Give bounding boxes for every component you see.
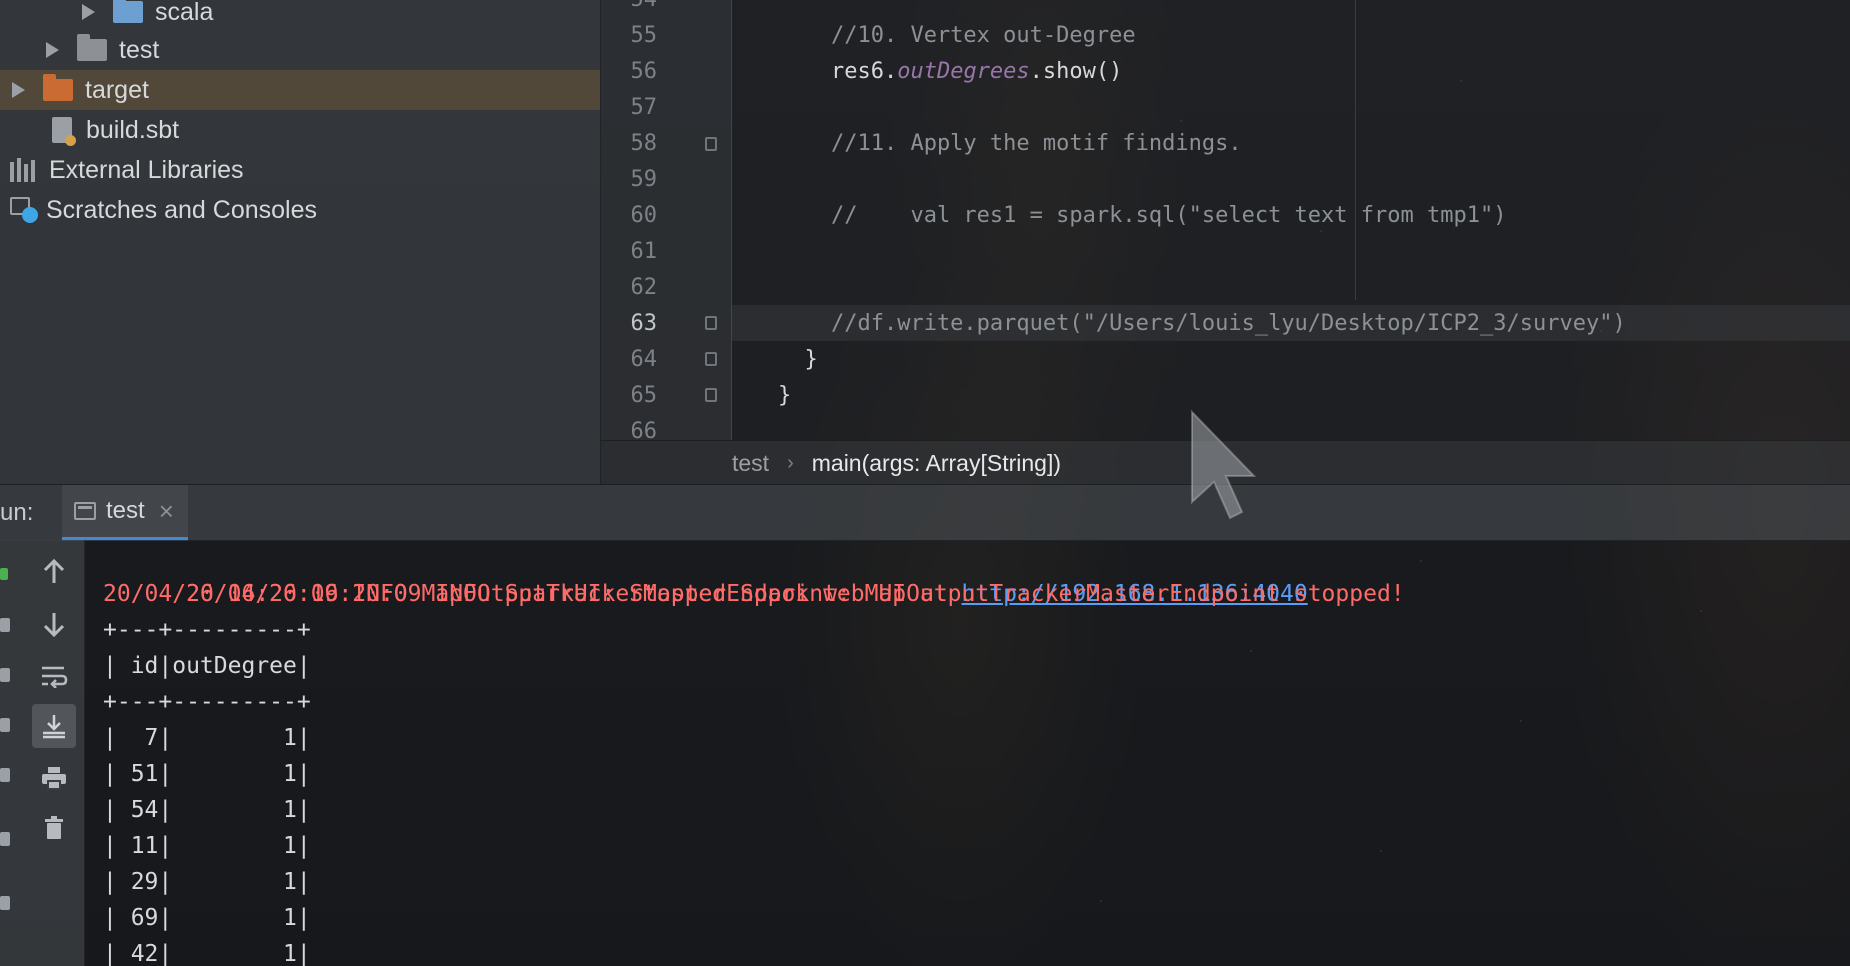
fold-icon[interactable] [705,316,717,330]
line-number[interactable]: 62 [601,270,658,306]
code-line: } [778,347,818,372]
table-border: +---+---------+ [103,689,311,715]
tree-item-target[interactable]: target [0,70,600,110]
up-arrow-icon[interactable] [32,550,76,594]
expand-arrow-icon[interactable] [82,4,95,20]
run-tab-label: test [106,497,145,524]
line-number[interactable]: 58 [601,126,658,162]
line-number[interactable]: 61 [601,234,658,270]
code-line: // val res1 = spark.sql("select text fro… [778,203,1507,228]
console-output[interactable]: 20/04/26 16:20:09 INFO SparkUI: Stopped … [85,540,1850,966]
breadcrumb-separator: › [787,451,794,474]
line-number[interactable]: 54 [601,0,658,18]
table-row: | 7| 1| [103,725,311,751]
print-icon[interactable] [32,756,76,800]
close-icon[interactable]: × [159,496,174,527]
console-icon [74,502,96,520]
line-number[interactable]: 56 [601,54,658,90]
run-tool-window-header: un: test × [0,484,1850,541]
table-row: | 11| 1| [103,833,311,859]
code-line: } [778,383,792,408]
code-line: //11. Apply the motif findings. [778,131,1242,156]
scratches-icon [10,197,38,223]
code-line: //df.write.parquet("/Users/louis_lyu/Des… [778,311,1626,336]
table-row: | 51| 1| [103,761,311,787]
editor-gutter[interactable]: 54555657585960616263646566 [601,0,732,444]
fold-icon[interactable] [705,388,717,402]
folder-icon [77,34,107,61]
tree-item-test[interactable]: test [0,30,600,70]
table-header: | id|outDegree| [103,653,311,679]
scroll-to-end-icon[interactable] [32,704,76,748]
table-row: | 29| 1| [103,869,311,895]
project-tree: scala test target build.sbt External Lib… [0,0,601,484]
pin-icon[interactable] [0,832,10,846]
sbt-file-icon [52,117,76,146]
tree-item-scala[interactable]: scala [0,0,600,32]
soft-wrap-icon[interactable] [32,654,76,698]
fold-icon[interactable] [705,352,717,366]
tree-item-label: Scratches and Consoles [46,195,317,224]
folder-icon [43,74,73,101]
run-label: un: [0,499,34,526]
expand-arrow-icon[interactable] [46,42,59,58]
tree-item-label: target [85,75,149,104]
tree-item-label: build.sbt [86,115,180,144]
code-line: //10. Vertex out-Degree [778,23,1136,48]
line-number[interactable]: 59 [601,162,658,198]
line-number[interactable]: 55 [601,18,658,54]
table-row: | 42| 1| [103,941,311,966]
table-row: | 54| 1| [103,797,311,823]
tree-item-label: test [119,35,160,64]
expand-arrow-icon[interactable] [12,82,25,98]
mouse-pointer-icon [1191,410,1257,520]
ide-window: scala test target build.sbt External Lib… [0,0,1850,966]
breadcrumb-file[interactable]: test [732,450,769,477]
console-log-line: 20/04/26 16:20:09 INFO MapOutputTrackerM… [103,581,1405,607]
folder-icon [113,0,143,23]
settings-icon[interactable] [0,718,10,732]
table-row: | 69| 1| [103,905,311,931]
stop-icon[interactable] [0,618,10,632]
tree-item-label: External Libraries [49,155,244,184]
line-number[interactable]: 65 [601,378,658,414]
layout-icon[interactable] [0,768,10,782]
line-number[interactable]: 57 [601,90,658,126]
code-line: res6.outDegrees.show() [778,59,1123,84]
tree-item-scratches[interactable]: Scratches and Consoles [0,190,600,230]
tree-item-build-sbt[interactable]: build.sbt [0,110,600,150]
camera-icon[interactable] [0,668,10,682]
line-number[interactable]: 60 [601,198,658,234]
breadcrumb-method[interactable]: main(args: Array[String]) [812,450,1061,477]
rerun-icon[interactable] [0,568,8,580]
expand-icon[interactable] [0,896,10,910]
line-number[interactable]: 64 [601,342,658,378]
tree-item-external-libraries[interactable]: External Libraries [0,150,600,190]
trash-icon[interactable] [32,806,76,850]
tree-item-label: scala [155,0,214,26]
line-number[interactable]: 63 [601,306,658,342]
libraries-icon [10,158,35,182]
table-border: +---+---------+ [103,617,311,643]
run-toolbar [0,540,85,966]
code-editor[interactable]: 54555657585960616263646566 //10. Vertex … [601,0,1850,444]
run-tab-test[interactable]: test × [62,485,188,541]
fold-icon[interactable] [705,137,717,151]
indent-guide [1355,0,1356,300]
down-arrow-icon[interactable] [32,602,76,646]
